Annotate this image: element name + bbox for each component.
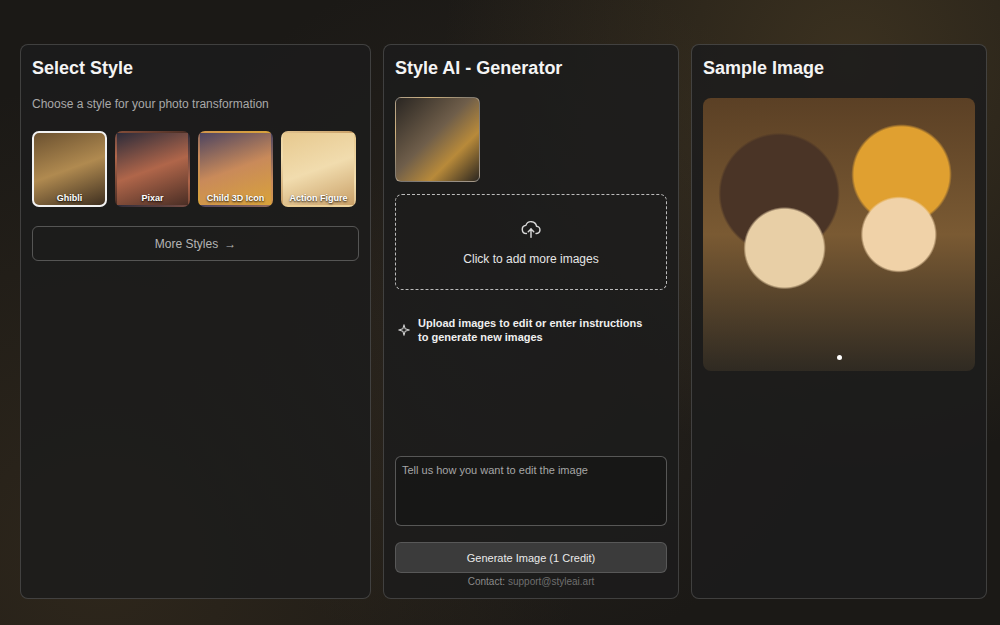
panel-title: Style AI - Generator	[395, 57, 667, 79]
panel-title: Sample Image	[703, 57, 975, 79]
generate-button[interactable]: Generate Image (1 Credit)	[395, 542, 667, 573]
style-label: Action Figure	[290, 193, 348, 203]
panel-subtitle: Choose a style for your photo transforma…	[32, 97, 359, 111]
dropzone-label: Click to add more images	[463, 252, 598, 266]
cloud-upload-icon	[520, 218, 542, 240]
page: Select Style Choose a style for your phot…	[0, 0, 1000, 625]
sample-image	[703, 98, 975, 371]
more-styles-label: More Styles	[155, 237, 218, 251]
hint-row: Upload images to edit or enter instructi…	[395, 316, 667, 344]
prompt-input[interactable]	[395, 456, 667, 526]
style-label: Pixar	[141, 193, 163, 203]
style-card[interactable]: Action Figure	[281, 131, 356, 207]
generator-panel: Style AI - Generator Click to add more im…	[383, 44, 679, 599]
style-card[interactable]: Ghibli	[32, 131, 107, 207]
arrow-icon: →	[224, 237, 236, 251]
contact-email[interactable]: support@styleai.art	[508, 576, 594, 587]
hint-text: Upload images to edit or enter instructi…	[418, 316, 653, 344]
panel-title: Select Style	[32, 57, 359, 79]
uploaded-image[interactable]	[395, 97, 480, 182]
sample-panel: Sample Image	[691, 44, 987, 599]
style-card[interactable]: Pixar	[115, 131, 190, 207]
contact-label: Contact:	[468, 576, 505, 587]
carousel-dot[interactable]	[837, 355, 842, 360]
style-card[interactable]: Child 3D Icon	[198, 131, 273, 207]
style-label: Ghibli	[57, 193, 83, 203]
style-panel: Select Style Choose a style for your phot…	[20, 44, 371, 599]
style-label: Child 3D Icon	[207, 193, 265, 203]
more-styles-button[interactable]: More Styles →	[32, 226, 359, 261]
upload-dropzone[interactable]: Click to add more images	[395, 194, 667, 290]
contact: Contact:support@styleai.art	[395, 576, 667, 587]
prompt-section: Generate Image (1 Credit) Contact:support…	[395, 456, 667, 587]
sparkle-icon	[397, 323, 411, 337]
carousel-dots	[703, 355, 975, 360]
style-list: Ghibli Pixar Child 3D Icon Action Figure	[32, 131, 359, 207]
